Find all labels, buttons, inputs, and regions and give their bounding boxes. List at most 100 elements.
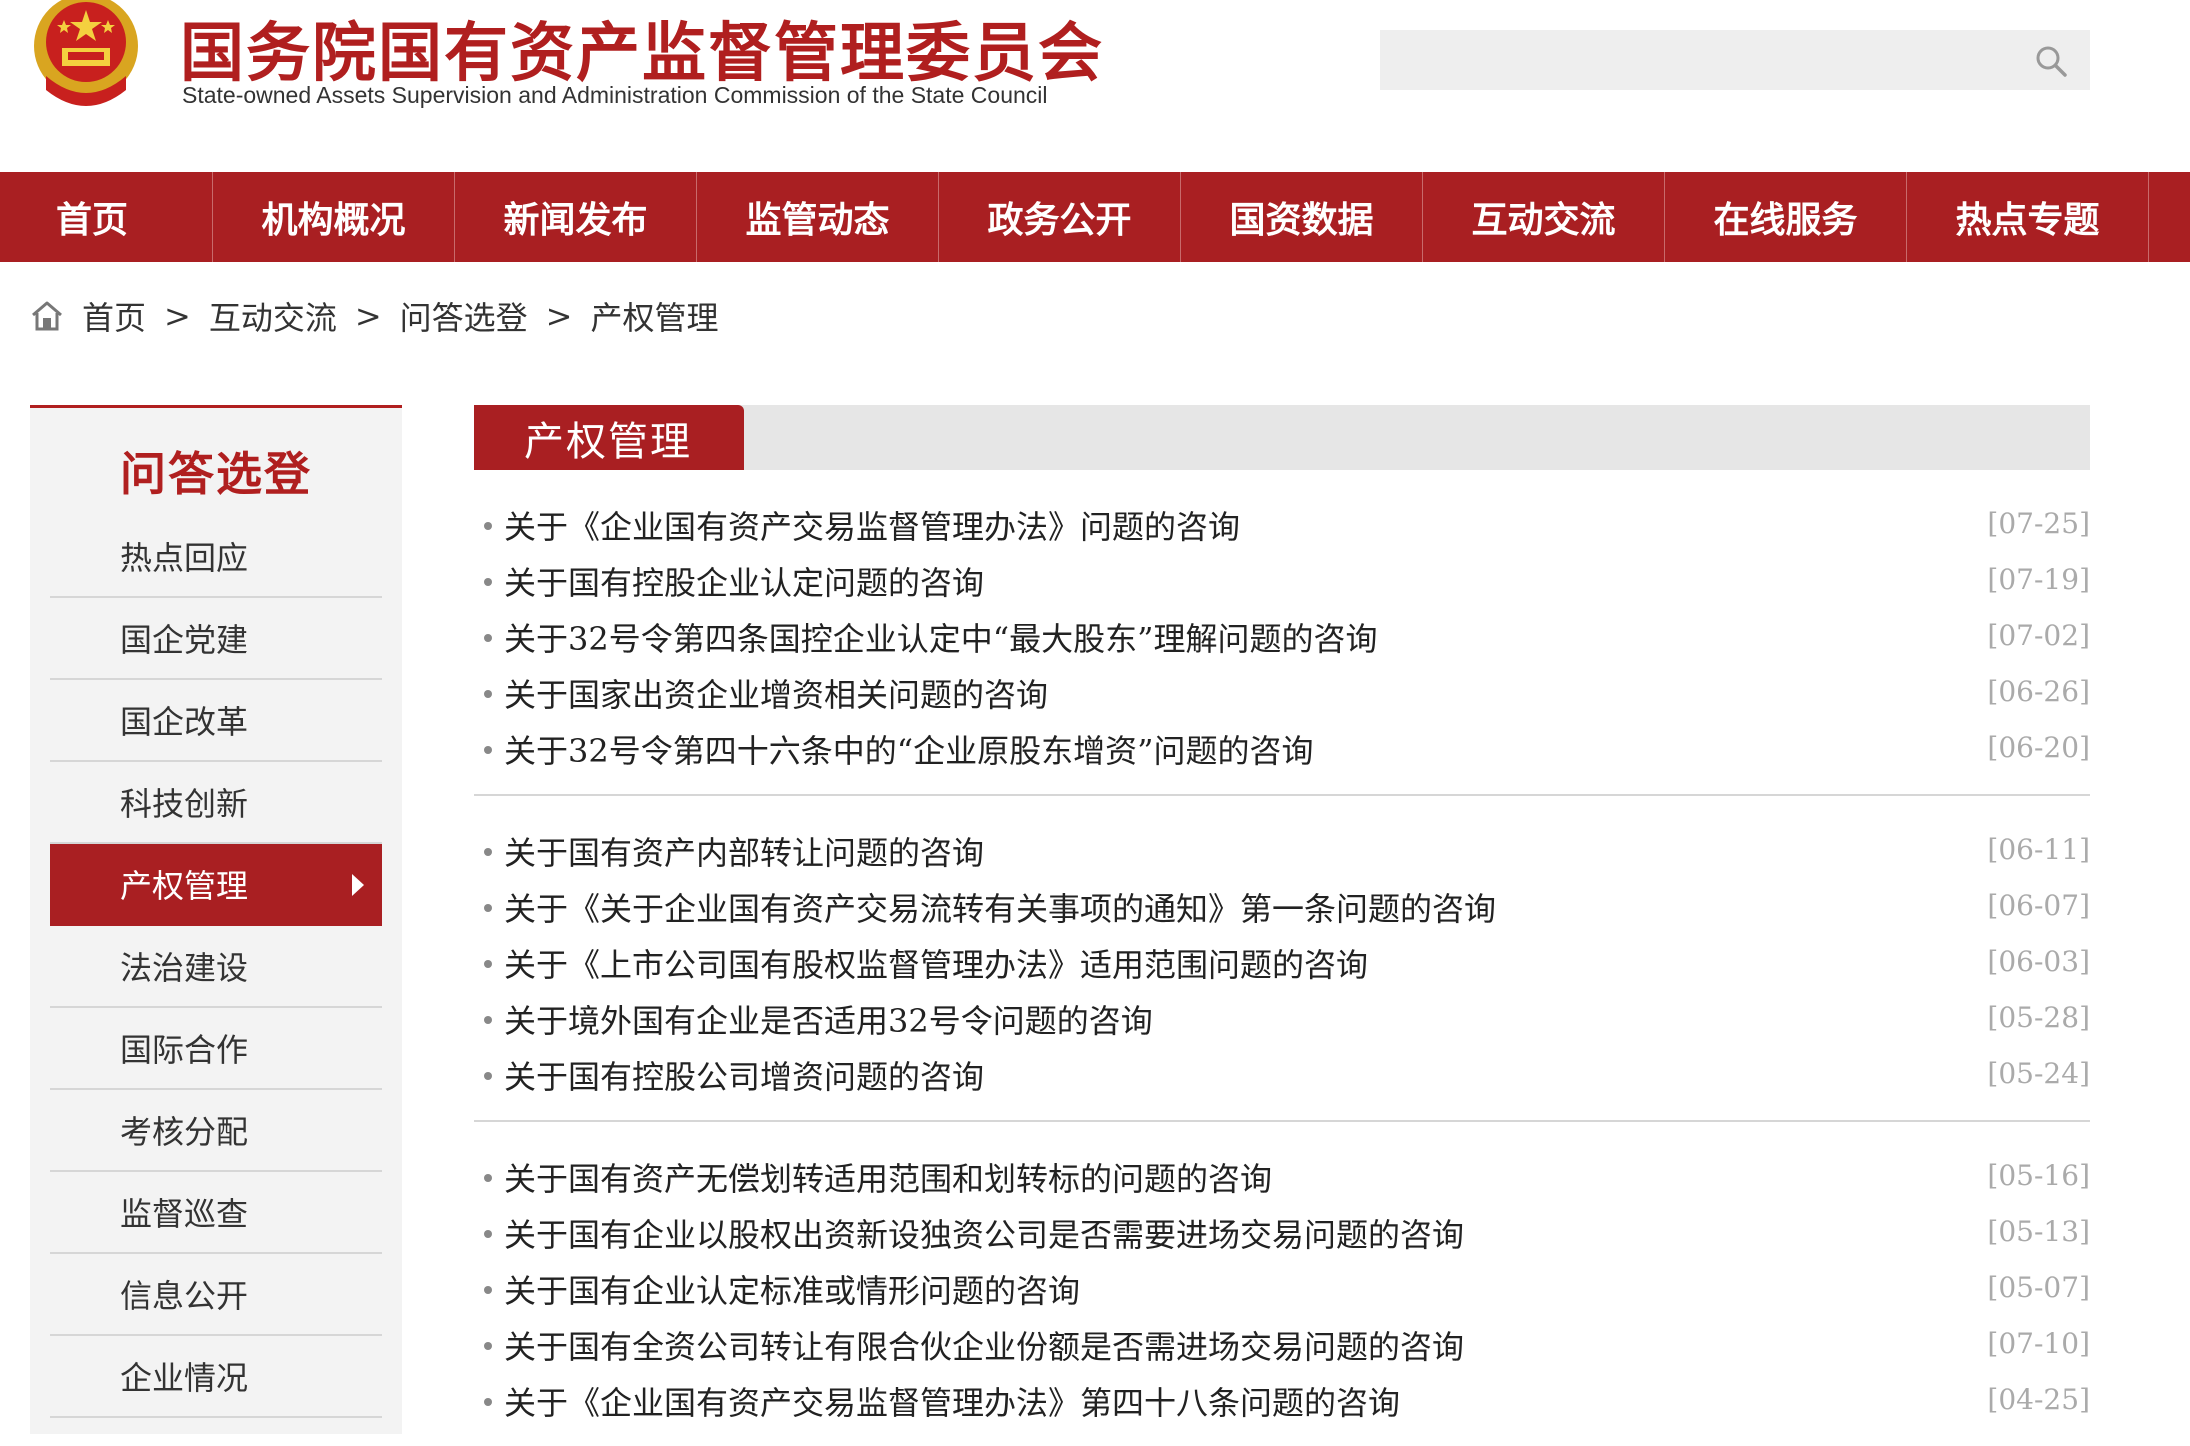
article-row[interactable]: 关于《上市公司国有股权监督管理办法》适用范围问题的咨询 [06-03]: [474, 935, 2090, 991]
sidebar-item-party-building[interactable]: 国企党建: [50, 598, 382, 680]
bullet-icon: [484, 1174, 492, 1182]
article-title[interactable]: 关于《上市公司国有股权监督管理办法》适用范围问题的咨询: [504, 940, 1368, 986]
breadcrumb-item-home[interactable]: 首页: [82, 293, 146, 339]
main-content: 产权管理 关于《企业国有资产交易监督管理办法》问题的咨询 [07-25] 关于国有…: [474, 405, 2090, 1446]
bullet-icon: [484, 746, 492, 754]
article-title[interactable]: 关于国有资产无偿划转适用范围和划转标的问题的咨询: [504, 1154, 1272, 1200]
article-date: [05-24]: [1987, 1057, 2090, 1090]
article-title[interactable]: 关于境外国有企业是否适用32号令问题的咨询: [504, 996, 1153, 1042]
sidebar-item-label: 法治建设: [120, 949, 249, 987]
article-date: [07-19]: [1987, 563, 2090, 596]
sidebar-item-hot-responses[interactable]: 热点回应: [50, 516, 382, 598]
article-row[interactable]: 关于境外国有企业是否适用32号令问题的咨询 [05-28]: [474, 991, 2090, 1047]
sidebar-item-label: 国企党建: [120, 621, 249, 659]
breadcrumb-item-interaction[interactable]: 互动交流: [209, 293, 337, 339]
article-date: [05-16]: [1987, 1159, 2090, 1192]
bullet-icon: [484, 904, 492, 912]
national-emblem-icon[interactable]: [30, 0, 142, 112]
article-title[interactable]: 关于国有全资公司转让有限合伙企业份额是否需进场交易问题的咨询: [504, 1322, 1464, 1368]
article-title[interactable]: 关于国有企业以股权出资新设独资公司是否需要进场交易问题的咨询: [504, 1210, 1464, 1256]
sidebar-item-enterprise-info[interactable]: 企业情况: [50, 1336, 382, 1418]
breadcrumb-item-current[interactable]: 产权管理: [590, 293, 718, 339]
article-row[interactable]: 关于《关于企业国有资产交易流转有关事项的通知》第一条问题的咨询 [06-07]: [474, 879, 2090, 935]
article-date: [05-07]: [1987, 1271, 2090, 1304]
article-row[interactable]: 关于国有企业以股权出资新设独资公司是否需要进场交易问题的咨询 [05-13]: [474, 1205, 2090, 1261]
caret-right-icon: [352, 874, 364, 896]
article-title[interactable]: 关于《企业国有资产交易监督管理办法》第四十八条问题的咨询: [504, 1378, 1400, 1424]
nav-item-supervision[interactable]: 监管动态: [697, 172, 939, 262]
article-row[interactable]: 关于国有企业认定标准或情形问题的咨询 [05-07]: [474, 1261, 2090, 1317]
bullet-icon: [484, 960, 492, 968]
search-input[interactable]: [1380, 30, 2090, 90]
breadcrumb-separator: >: [354, 297, 382, 335]
article-title[interactable]: 关于国家出资企业增资相关问题的咨询: [504, 670, 1048, 716]
article-group: 关于国有资产内部转让问题的咨询 [06-11] 关于《关于企业国有资产交易流转有关…: [474, 796, 2090, 1122]
site-title[interactable]: 国务院国有资产监督管理委员会: [180, 2, 1104, 94]
bullet-icon: [484, 1398, 492, 1406]
sidebar-item-property-rights[interactable]: 产权管理: [50, 844, 382, 926]
nav-item-home[interactable]: 首页: [0, 172, 213, 262]
article-row[interactable]: 关于32号令第四条国控企业认定中“最大股东”理解问题的咨询 [07-02]: [474, 609, 2090, 665]
nav-item-online-services[interactable]: 在线服务: [1665, 172, 1907, 262]
article-row[interactable]: 关于国有控股公司增资问题的咨询 [05-24]: [474, 1047, 2090, 1103]
breadcrumb-separator: >: [545, 297, 573, 335]
article-date: [06-20]: [1987, 731, 2090, 764]
bullet-icon: [484, 1230, 492, 1238]
article-title[interactable]: 关于32号令第四十六条中的“企业原股东增资”问题的咨询: [504, 726, 1313, 772]
nav-item-hot-topics[interactable]: 热点专题: [1907, 172, 2149, 262]
article-date: [07-10]: [1987, 1327, 2090, 1360]
breadcrumb-item-qa[interactable]: 问答选登: [400, 293, 528, 339]
sidebar-item-label: 热点回应: [120, 539, 249, 577]
article-title[interactable]: 关于32号令第四条国控企业认定中“最大股东”理解问题的咨询: [504, 614, 1377, 660]
nav-item-state-assets-data[interactable]: 国资数据: [1181, 172, 1423, 262]
nav-item-organization[interactable]: 机构概况: [213, 172, 455, 262]
article-title[interactable]: 关于国有资产内部转让问题的咨询: [504, 828, 984, 874]
article-title[interactable]: 关于国有控股企业认定问题的咨询: [504, 558, 984, 604]
sidebar-item-label: 监督巡查: [120, 1195, 249, 1233]
article-row[interactable]: 关于《企业国有资产交易监督管理办法》问题的咨询 [07-25]: [474, 497, 2090, 553]
article-row[interactable]: 关于国家出资企业增资相关问题的咨询 [06-26]: [474, 665, 2090, 721]
article-row[interactable]: 关于国有全资公司转让有限合伙企业份额是否需进场交易问题的咨询 [07-10]: [474, 1317, 2090, 1373]
site-subtitle: State-owned Assets Supervision and Admin…: [182, 82, 1048, 108]
article-date: [06-26]: [1987, 675, 2090, 708]
section-header: 产权管理: [474, 405, 2090, 470]
article-date: [05-28]: [1987, 1001, 2090, 1034]
article-date: [06-03]: [1987, 945, 2090, 978]
sidebar-item-rule-of-law[interactable]: 法治建设: [50, 926, 382, 1008]
nav-item-government-affairs[interactable]: 政务公开: [939, 172, 1181, 262]
main-nav: 首页 机构概况 新闻发布 监管动态 政务公开 国资数据 互动交流 在线服务 热点…: [0, 172, 2190, 262]
article-row[interactable]: 关于国有控股企业认定问题的咨询 [07-19]: [474, 553, 2090, 609]
article-row[interactable]: 关于32号令第四十六条中的“企业原股东增资”问题的咨询 [06-20]: [474, 721, 2090, 777]
article-title[interactable]: 关于《企业国有资产交易监督管理办法》问题的咨询: [504, 502, 1240, 548]
sidebar-item-soe-reform[interactable]: 国企改革: [50, 680, 382, 762]
bullet-icon: [484, 578, 492, 586]
sidebar-item-international[interactable]: 国际合作: [50, 1008, 382, 1090]
nav-item-interaction[interactable]: 互动交流: [1423, 172, 1665, 262]
article-date: [04-25]: [1987, 1383, 2090, 1416]
sidebar-item-label: 考核分配: [120, 1113, 249, 1151]
sidebar-item-label: 企业情况: [120, 1359, 249, 1397]
article-group: 关于国有资产无偿划转适用范围和划转标的问题的咨询 [05-16] 关于国有企业以股…: [474, 1122, 2090, 1446]
sidebar-item-label: 科技创新: [120, 785, 249, 823]
article-row[interactable]: 关于国有资产无偿划转适用范围和划转标的问题的咨询 [05-16]: [474, 1149, 2090, 1205]
sidebar-item-assessment[interactable]: 考核分配: [50, 1090, 382, 1172]
article-date: [06-11]: [1987, 833, 2090, 866]
search-box: [1380, 30, 2090, 90]
sidebar-item-disclosure[interactable]: 信息公开: [50, 1254, 382, 1336]
article-title[interactable]: 关于国有企业认定标准或情形问题的咨询: [504, 1266, 1080, 1312]
article-group: 关于《企业国有资产交易监督管理办法》问题的咨询 [07-25] 关于国有控股企业认…: [474, 470, 2090, 796]
article-title[interactable]: 关于国有控股公司增资问题的咨询: [504, 1052, 984, 1098]
article-row[interactable]: 关于国有资产内部转让问题的咨询 [06-11]: [474, 823, 2090, 879]
sidebar-item-label: 产权管理: [120, 867, 249, 905]
sidebar-title: 问答选登: [120, 447, 312, 501]
article-date: [07-02]: [1987, 619, 2090, 652]
sidebar-item-tech-innovation[interactable]: 科技创新: [50, 762, 382, 844]
article-row[interactable]: 关于《企业国有资产交易监督管理办法》第四十八条问题的咨询 [04-25]: [474, 1373, 2090, 1429]
sidebar: 问答选登 热点回应 国企党建 国企改革 科技创新 产权管理 法治建设 国际合作 …: [30, 405, 402, 1434]
sidebar-item-label: 国企改革: [120, 703, 249, 741]
site-header: 国务院国有资产监督管理委员会 State-owned Assets Superv…: [0, 0, 2190, 172]
article-title[interactable]: 关于《关于企业国有资产交易流转有关事项的通知》第一条问题的咨询: [504, 884, 1496, 930]
search-icon[interactable]: [2034, 44, 2068, 78]
sidebar-item-inspection[interactable]: 监督巡查: [50, 1172, 382, 1254]
nav-item-news[interactable]: 新闻发布: [455, 172, 697, 262]
